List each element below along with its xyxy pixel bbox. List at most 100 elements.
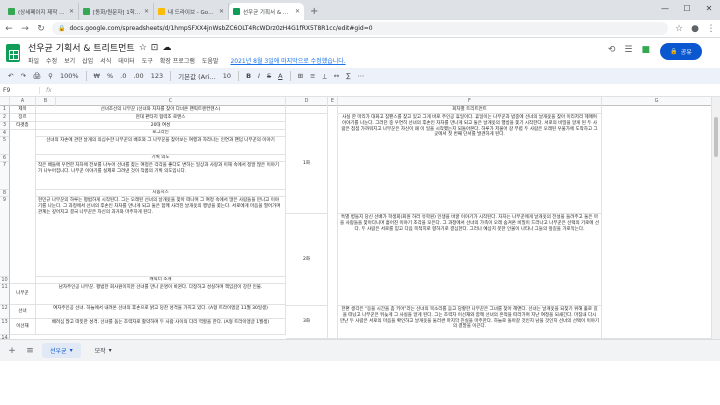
row-header[interactable]: 13 [0,319,10,335]
row-header[interactable]: 8 [0,190,10,197]
row-header[interactable]: 1 [0,106,10,114]
meet-icon[interactable]: ■ [641,45,650,55]
all-sheets-icon[interactable]: ≡ [24,346,36,356]
cell-a13[interactable]: 이선재 [10,319,36,335]
browser-tab-3[interactable]: 내 드라이브 - Google Drive✕ [154,3,229,20]
minimize-icon[interactable]: — [654,0,676,16]
cell-a3[interactable]: 타겟층 [10,122,36,130]
cell-c4[interactable]: 로그라인 [36,130,286,137]
row-header[interactable]: 7 [0,162,10,190]
currency-button[interactable]: ₩ [94,72,100,80]
more-icon[interactable]: ⋯ [358,72,365,80]
valign-icon[interactable]: ⟂ [322,72,326,81]
wrap-icon[interactable]: ↔ [334,72,339,80]
profile-icon[interactable]: ● [690,24,700,34]
menu-insert[interactable]: 삽입 [82,56,93,65]
vertical-scrollbar[interactable] [712,97,720,339]
corner-cell[interactable] [0,97,10,106]
cell-a-blank[interactable] [10,130,36,284]
move-icon[interactable]: ⊡ [151,43,159,53]
undo-icon[interactable]: ↶ [8,72,13,80]
redo-icon[interactable]: ↷ [20,72,25,80]
comment-icon[interactable]: ☰ [624,45,632,55]
font-size-select[interactable]: 10 [223,72,231,80]
cell-c1[interactable]: 선녀조선의 나무꾼 (선녀와 차차를 찾아 다녀온 팬픽트렌컨텐스) [36,106,286,114]
cell-c8[interactable]: 시놉시스 [36,190,286,197]
dropdown-icon[interactable]: ▾ [70,347,73,354]
increase-decimal-button[interactable]: .00 [133,72,143,80]
cell-d-ep1[interactable]: 1화 [286,114,328,214]
add-sheet-icon[interactable]: + [6,346,18,356]
col-header-b[interactable]: B [36,97,56,106]
row-header[interactable]: 10 [0,277,10,284]
tab-close-icon[interactable]: ✕ [219,8,224,15]
col-header-c[interactable]: C [56,97,286,106]
sheet-tab-active[interactable]: 선우균 ▾ [42,343,81,358]
col-header-g[interactable]: G [602,97,712,106]
spreadsheet-grid[interactable]: A B C D E F G 1 2 3 4 5 6 7 8 9 10 11 12… [0,97,712,339]
menu-format[interactable]: 서식 [100,56,111,65]
cell-c2[interactable]: 현대 판타지 협력조 로맨스 [36,114,286,122]
last-edit-link[interactable]: 2021년 8월 3일에 마지막으로 수정했습니다. [230,56,345,65]
menu-view[interactable]: 보기 [64,56,75,65]
menu-extensions[interactable]: 확장 프로그램 [160,56,195,65]
cell-c11[interactable]: 남자주인공 나무꾼. 평범한 회사원이지만 선녀를 만나 운명이 바뀐다. 다정… [36,284,286,305]
tab-close-icon[interactable]: ✕ [295,8,300,15]
url-field[interactable]: 🔒 docs.google.com/spreadsheets/d/1hmpSFX… [52,22,668,35]
functions-icon[interactable]: ∑ [346,72,350,80]
decrease-decimal-button[interactable]: .0 [120,72,126,80]
cell-a2[interactable]: 장르 [10,114,36,122]
row-header[interactable]: 6 [0,155,10,162]
menu-edit[interactable]: 수정 [46,56,57,65]
row-header[interactable]: 5 [0,137,10,155]
menu-icon[interactable]: ⋮ [706,24,716,34]
col-header-a[interactable]: A [10,97,36,106]
row-header[interactable]: 2 [0,114,10,122]
cell-c3[interactable]: 20대 여성 [36,122,286,130]
cell-e-blank[interactable] [328,106,338,339]
new-tab-button[interactable]: + [310,6,318,17]
text-color-button[interactable]: A [278,72,282,80]
row-header[interactable]: 3 [0,122,10,130]
col-header-f[interactable]: F [338,97,602,106]
history-icon[interactable]: ⟲ [608,45,616,55]
doc-title[interactable]: 선우균 기획서 & 트리트먼트 [28,41,135,54]
cell-c6[interactable]: 기획 의도 [36,155,286,162]
cell-c12[interactable]: 여자주인공 선녀. 하늘에서 내려온 선녀의 후손으로 밝고 당찬 성격을 가지… [36,305,286,319]
cell-c9[interactable]: 현민규 나무꾼의 하루는 평범하게 시작된다. 그는 오래된 선녀의 날개옷을 … [36,197,286,277]
forward-icon[interactable]: → [20,24,30,34]
cell-a11[interactable]: 나무꾼 [10,284,36,305]
italic-button[interactable]: I [258,72,260,80]
zoom-select[interactable]: 100% [60,72,79,80]
cell-f-ep3[interactable]: 한편 생각은 "응을 시간을 좀 키어"라는 선녀의 목소리를 듣고 당황한 나… [338,306,602,339]
cell-d-ep2[interactable]: 2화 [286,214,328,306]
cell-c7[interactable]: 작은 배들에 우연한 차차에 전보를 나누어 선녀를 찾는 여정은 각각을 좋다… [36,162,286,190]
row-header[interactable]: 9 [0,197,10,277]
close-window-icon[interactable]: ✕ [698,0,720,16]
cell-d-ep3[interactable]: 3화 [286,306,328,339]
strikethrough-button[interactable]: S [267,72,271,80]
maximize-icon[interactable]: ☐ [676,0,698,16]
menu-data[interactable]: 데이터 [118,56,135,65]
print-icon[interactable]: 🖨 [33,72,41,80]
cell-f1[interactable]: 회차별 트리트먼트 [338,106,602,114]
reload-icon[interactable]: ↻ [36,24,46,34]
share-button[interactable]: 🔒 공유 [660,43,702,60]
row-header[interactable]: 12 [0,305,10,319]
cell-c10[interactable]: 캐릭터 소개 [36,277,286,284]
menu-help[interactable]: 도움말 [202,56,219,65]
cell-a12[interactable]: 선녀 [10,305,36,319]
percent-button[interactable]: % [107,72,113,80]
col-header-e[interactable]: E [328,97,338,106]
cell-d1[interactable] [286,106,328,114]
cell-c5[interactable]: 선녀의 자손에 관한 날개의 의심수한 나무꾼의 배호와 그 나무꾼을 찾아보는… [36,137,286,155]
col-header-d[interactable]: D [286,97,328,106]
row-header[interactable]: 11 [0,284,10,305]
browser-tab-2[interactable]: [동화/원문자] 1학년 녹화강의 학습✕ [79,3,154,20]
browser-tab-1[interactable]: (상세페이지 제작 이미지 - Goog✕ [4,3,79,20]
star-icon[interactable]: ☆ [674,24,684,34]
sheet-tab[interactable]: 모작 ▾ [87,343,120,358]
back-icon[interactable]: ← [4,24,14,34]
tab-close-icon[interactable]: ✕ [69,8,74,15]
dropdown-icon[interactable]: ▾ [109,347,112,354]
